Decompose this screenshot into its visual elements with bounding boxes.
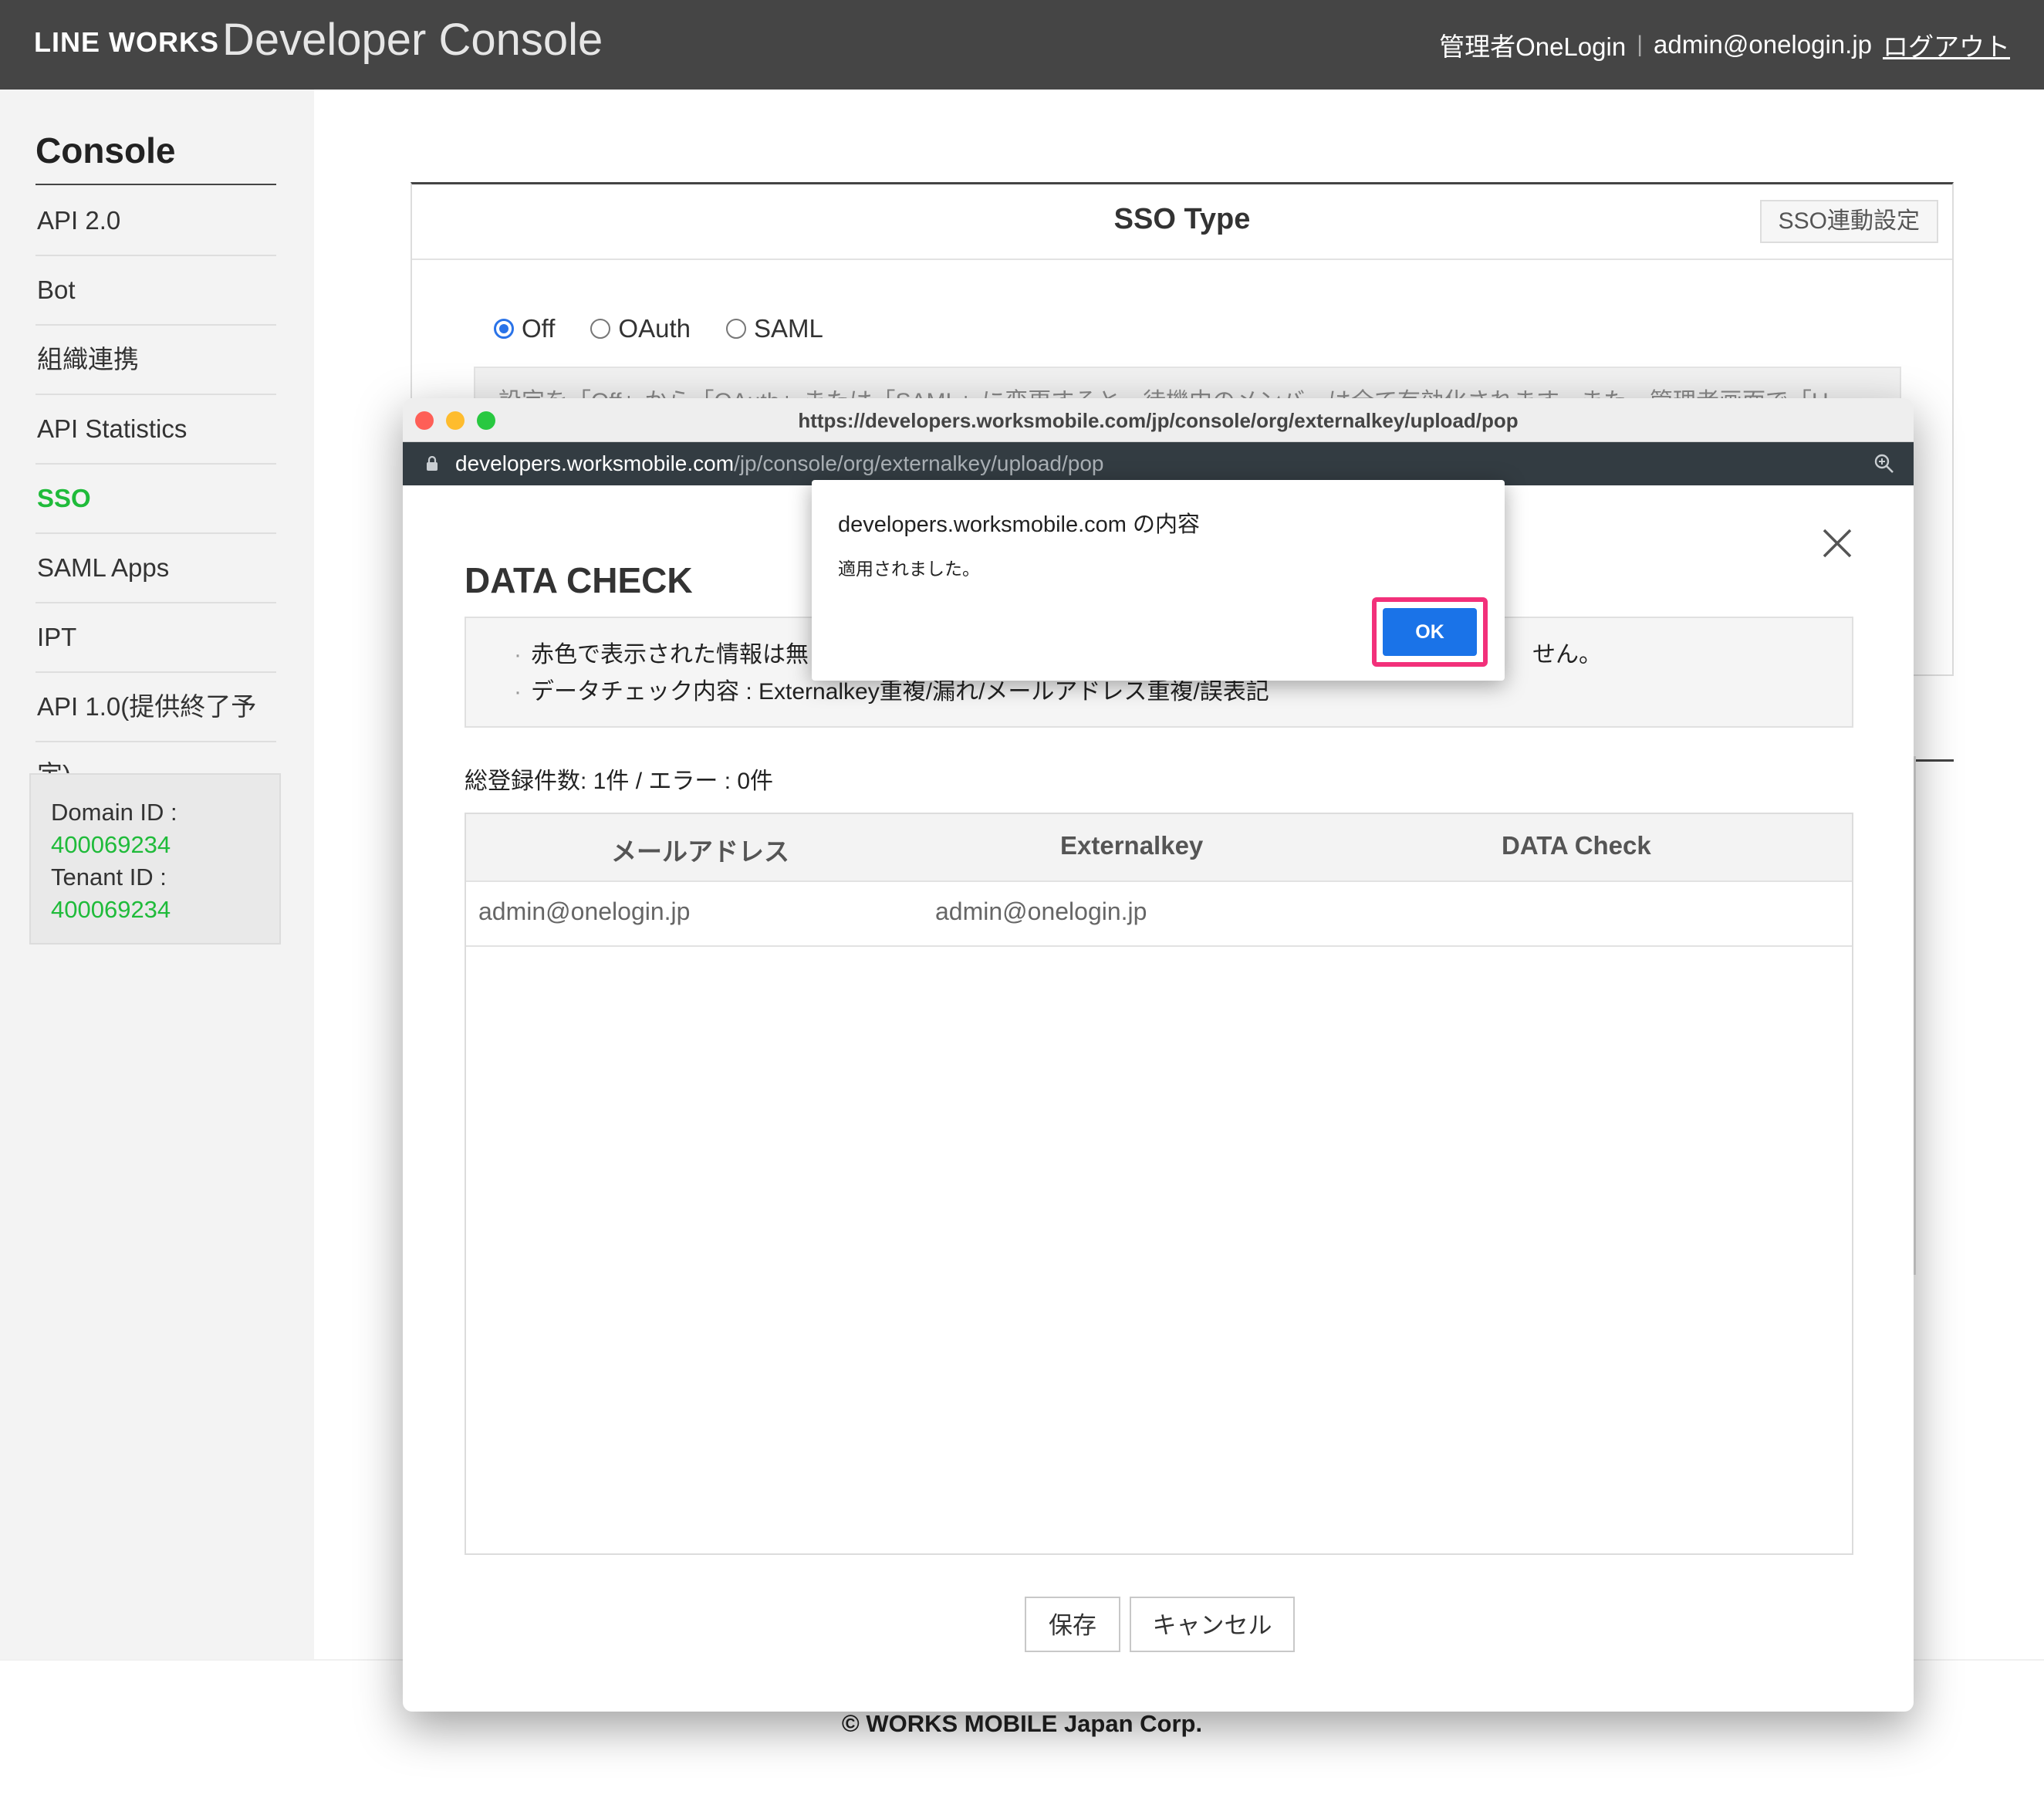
radio-saml-circle[interactable] <box>725 319 746 339</box>
product-title: Developer Console <box>222 15 603 65</box>
sidebar-item-api-2[interactable]: API 2.0 <box>35 187 276 256</box>
zoom-icon[interactable] <box>1873 453 1895 475</box>
top-header: LINE WORKS Developer Console 管理者OneLogin… <box>0 0 2044 90</box>
radio-oauth-label: OAuth <box>618 314 691 343</box>
cancel-button[interactable]: キャンセル <box>1130 1597 1295 1652</box>
popup-titlebar: https://developers.worksmobile.com/jp/co… <box>403 398 1914 442</box>
radio-oauth[interactable]: OAuth <box>590 314 691 343</box>
sidebar-item-bot[interactable]: Bot <box>35 256 276 326</box>
close-icon[interactable] <box>1821 527 1853 559</box>
tenant-id-label: Tenant ID : <box>51 864 167 891</box>
user-area: 管理者OneLogin | admin@onelogin.jp ログアウト <box>1439 26 2010 63</box>
alert-title: developers.worksmobile.com の内容 <box>838 512 1200 537</box>
col-externalkey: Externalkey <box>1060 831 1204 860</box>
cell-email: admin@onelogin.jp <box>478 897 691 925</box>
sidebar-title: Console <box>35 130 276 185</box>
radio-off[interactable]: Off <box>494 314 555 343</box>
sso-settings-button[interactable]: SSO連動設定 <box>1759 200 1938 243</box>
ok-button[interactable]: OK <box>1383 608 1477 656</box>
sidebar-item-saml-apps[interactable]: SAML Apps <box>35 534 276 603</box>
sso-title: SSO Type <box>1113 203 1251 235</box>
sidebar-item-api-1[interactable]: API 1.0(提供終了予定) <box>35 673 276 789</box>
data-table: メールアドレス Externalkey DATA Check admin@one… <box>465 813 1853 1555</box>
col-email: メールアドレス <box>611 837 789 866</box>
domain-id-value: 400069234 <box>51 831 171 858</box>
sso-panel-header: SSO Type SSO連動設定 <box>412 184 1952 260</box>
radio-off-label: Off <box>522 314 556 343</box>
sidebar-item-ipt[interactable]: IPT <box>35 603 276 673</box>
alert-dialog: developers.worksmobile.com の内容 適用されました。 … <box>812 480 1505 681</box>
save-button[interactable]: 保存 <box>1025 1597 1120 1652</box>
user-name: 管理者OneLogin <box>1439 32 1627 61</box>
radio-saml[interactable]: SAML <box>725 314 823 343</box>
sidebar-item-sso[interactable]: SSO <box>35 465 276 534</box>
background-panel-border <box>1914 759 1954 762</box>
radio-oauth-circle[interactable] <box>590 319 611 339</box>
popup-address-bar: developers.worksmobile.com/jp/console/or… <box>403 442 1914 485</box>
lock-icon <box>427 456 438 471</box>
domain-id-label: Domain ID : <box>51 799 177 826</box>
popup-url: developers.worksmobile.com/jp/console/or… <box>455 451 1103 476</box>
info-line-2-text: データチェック内容 : Externalkey重複/漏れ/メールアドレス重複/誤… <box>531 679 1269 705</box>
copyright: © WORKS MOBILE Japan Corp. <box>841 1710 1203 1737</box>
radio-saml-label: SAML <box>753 314 823 343</box>
popup-url-path: /jp/console/org/externalkey/upload/pop <box>734 451 1104 475</box>
background-panel-edge <box>1914 756 1916 1275</box>
registration-summary: 総登録件数: 1件 / エラー : 0件 <box>465 769 774 794</box>
info-line-1-tail: せん。 <box>1532 642 1602 667</box>
sidebar-item-api-statistics[interactable]: API Statistics <box>35 395 276 465</box>
sso-type-radio-group: Off OAuth SAML <box>494 314 823 343</box>
popup-url-host: developers.worksmobile.com <box>455 451 735 475</box>
sidebar: Console API 2.0 Bot 組織連携 API Statistics … <box>0 90 314 1659</box>
user-email: admin@onelogin.jp <box>1653 30 1872 59</box>
user-separator: | <box>1637 32 1643 57</box>
radio-off-circle[interactable] <box>494 319 514 339</box>
tenant-id-value: 400069234 <box>51 896 171 923</box>
sidebar-nav: API 2.0 Bot 組織連携 API Statistics SSO SAML… <box>35 187 276 789</box>
data-check-title: DATA CHECK <box>465 560 693 600</box>
table-header: メールアドレス Externalkey DATA Check <box>466 814 1852 882</box>
brand-logo: LINE WORKS <box>34 26 219 58</box>
logout-link[interactable]: ログアウト <box>1883 26 2010 63</box>
domain-info-box: Domain ID : 400069234 Tenant ID : 400069… <box>29 773 281 945</box>
cell-externalkey: admin@onelogin.jp <box>935 897 1147 925</box>
info-line-1-text: 赤色で表示された情報は無 <box>531 642 809 667</box>
alert-message: 適用されました。 <box>838 559 980 579</box>
popup-window-title: https://developers.worksmobile.com/jp/co… <box>798 409 1519 432</box>
col-data-check: DATA Check <box>1502 831 1651 860</box>
table-row: admin@onelogin.jp admin@onelogin.jp <box>466 882 1852 947</box>
sidebar-item-org-sync[interactable]: 組織連携 <box>35 326 276 395</box>
popup-buttons: 保存 キャンセル <box>1025 1597 1295 1652</box>
